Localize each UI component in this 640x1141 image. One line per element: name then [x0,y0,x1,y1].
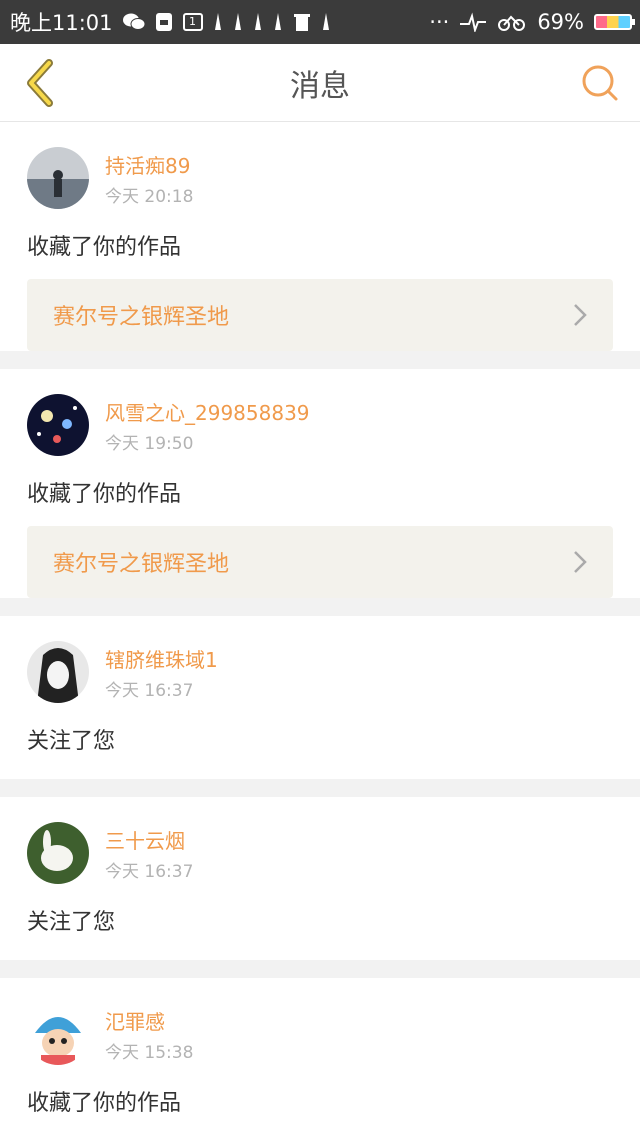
message-card: 氾罪感 今天 15:38 收藏了你的作品 [0,978,640,1141]
work-title: 赛尔号之银辉圣地 [53,552,230,577]
mi-app-icon [155,12,173,32]
search-icon [582,65,618,100]
message-meta: 持活痴89 今天 20:18 [27,122,613,209]
message-action: 收藏了你的作品 [27,482,182,507]
message-meta: 辖脐维珠域1 今天 16:37 [27,616,613,703]
avatar[interactable] [27,641,89,703]
notify-icon-1 [213,12,223,32]
username[interactable]: 风雪之心_299858839 [105,400,310,426]
notify-icon-3 [253,12,263,32]
avatar[interactable] [27,822,89,884]
username[interactable]: 氾罪感 [105,1009,193,1035]
avatar[interactable] [27,394,89,456]
message-card: 持活痴89 今天 20:18 收藏了你的作品 赛尔号之银辉圣地 [0,122,640,351]
battery-icon [594,14,635,30]
timestamp: 今天 16:37 [105,862,194,882]
username[interactable]: 三十云烟 [105,828,193,854]
status-dots: ··· [429,10,450,34]
calendar-icon: 1 [182,13,203,31]
work-link[interactable]: 赛尔号之银辉圣地 [27,526,613,598]
notify-icon-4 [273,12,283,32]
message-action: 收藏了你的作品 [27,235,182,260]
trash-icon [293,12,311,32]
search-button[interactable] [576,59,624,107]
message-action: 收藏了你的作品 [27,1091,182,1116]
message-meta: 风雪之心_299858839 今天 19:50 [27,369,613,456]
username[interactable]: 辖脐维珠域1 [105,647,218,673]
status-time: 晚上11:01 [10,11,113,35]
chevron-right-icon [574,551,587,573]
notify-icon-5 [321,12,331,32]
message-card: 风雪之心_299858839 今天 19:50 收藏了你的作品 赛尔号之银辉圣地 [0,369,640,598]
work-title: 赛尔号之银辉圣地 [53,305,230,330]
bike-icon [497,12,527,32]
timestamp: 今天 20:18 [105,187,194,207]
timestamp: 今天 15:38 [105,1043,194,1063]
status-bar: 晚上11:01 1 ··· 69% [0,0,640,44]
message-card: 辖脐维珠域1 今天 16:37 关注了您 [0,616,640,779]
status-left: 晚上11:01 1 [10,7,331,37]
notify-icon-2 [233,12,243,32]
chevron-left-icon [27,58,53,107]
avatar[interactable] [27,147,89,209]
message-action: 关注了您 [27,910,116,935]
app-header: 消息 [0,44,640,122]
timestamp: 今天 16:37 [105,681,194,701]
page-title: 消息 [290,68,350,104]
activity-icon [459,12,487,32]
status-right: ··· 69% [429,10,635,34]
back-button[interactable] [16,58,64,107]
battery-percent: 69% [537,10,584,34]
avatar[interactable] [27,1003,89,1065]
message-meta: 氾罪感 今天 15:38 [27,978,613,1065]
message-meta: 三十云烟 今天 16:37 [27,797,613,884]
message-action: 关注了您 [27,729,116,754]
work-link[interactable]: 赛尔号之银辉圣地 [27,279,613,351]
wechat-icon [122,12,145,32]
chevron-right-icon [574,304,587,326]
message-card: 三十云烟 今天 16:37 关注了您 [0,797,640,960]
username[interactable]: 持活痴89 [105,153,193,179]
timestamp: 今天 19:50 [105,434,194,454]
